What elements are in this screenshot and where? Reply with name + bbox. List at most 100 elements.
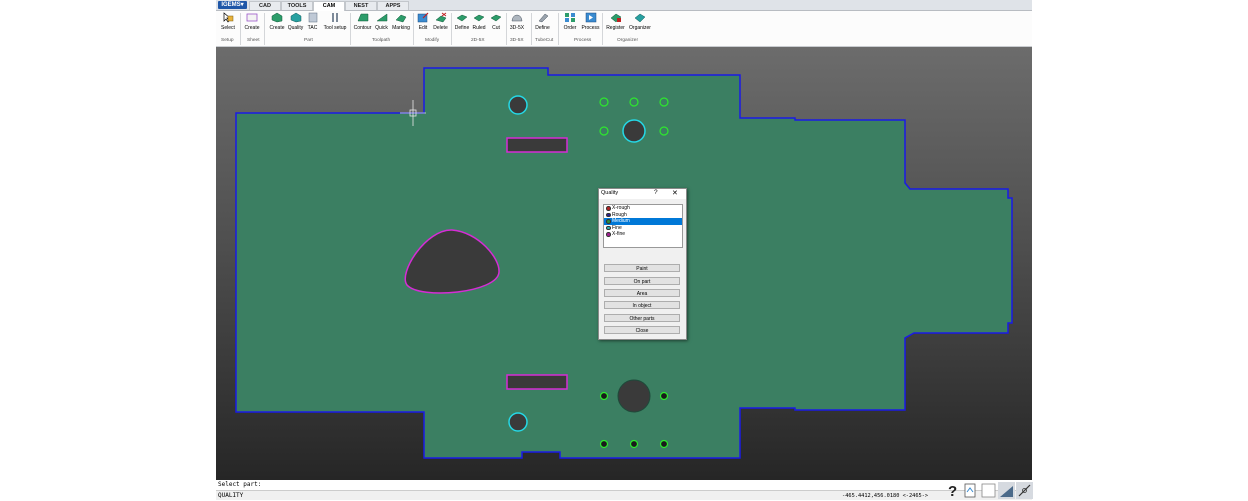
dialog-title: Quality	[601, 190, 619, 196]
organizer-button[interactable]: Organizer	[628, 12, 652, 31]
quality-item-x-fine[interactable]: X-fine	[604, 231, 682, 238]
select-button[interactable]: Select	[221, 12, 235, 31]
green-hole[interactable]	[659, 97, 669, 107]
sheet-create-button[interactable]: Create	[244, 12, 260, 31]
in-object-button[interactable]: In object	[604, 301, 680, 309]
select-arrow-icon	[223, 12, 234, 23]
ribbon-tab-bar: IGEMS▾ CAD TOOLS CAM NEST APPS	[216, 0, 1032, 11]
quality-item-rough[interactable]: Rough	[604, 212, 682, 219]
tab-nest[interactable]: NEST	[345, 1, 377, 10]
delete-button[interactable]: Delete	[432, 12, 449, 31]
tab-cam[interactable]: CAM	[313, 1, 345, 11]
green-hole[interactable]	[599, 97, 609, 107]
register-button[interactable]: Register	[605, 12, 626, 31]
delete-icon	[434, 12, 446, 23]
quality-button[interactable]: Quality	[287, 12, 304, 31]
tool-setup-icon	[332, 13, 338, 22]
green-hole[interactable]	[599, 439, 609, 449]
ruled-button[interactable]: Ruled	[472, 12, 486, 31]
green-hole[interactable]	[629, 439, 639, 449]
3d5x-button[interactable]: 3D-5X	[509, 12, 525, 31]
group-label-part: Part	[304, 38, 313, 43]
ruled-icon	[473, 14, 485, 22]
register-icon	[610, 13, 621, 23]
help-question-icon[interactable]: ?	[944, 482, 961, 499]
edit-button[interactable]: Edit	[416, 12, 430, 31]
other-parts-button[interactable]: Other parts	[604, 314, 680, 322]
ribbon-separator	[531, 13, 532, 45]
cyan-hole[interactable]	[508, 95, 528, 115]
ribbon-separator	[350, 13, 351, 45]
command-line[interactable]: Select part:	[216, 480, 1032, 490]
magenta-slot-top[interactable]	[506, 137, 568, 153]
marking-button[interactable]: Marking	[391, 12, 411, 31]
sheet-icon	[246, 13, 258, 22]
group-label-setup: Setup	[221, 38, 234, 43]
green-hole[interactable]	[659, 126, 669, 136]
quality-dialog: Quality ? ✕ X-rough Rough Medium Fine X-…	[598, 188, 687, 340]
paint-button[interactable]: Paint	[604, 264, 680, 272]
define-2d5x-button[interactable]: Define	[454, 12, 470, 31]
tubecut-define-icon	[538, 13, 548, 23]
cyan-hole[interactable]	[508, 412, 528, 432]
quality-item-x-rough[interactable]: X-rough	[604, 205, 682, 212]
cut-icon	[490, 14, 502, 22]
dome-3d-icon	[511, 14, 523, 22]
document-icon[interactable]	[962, 482, 979, 499]
tab-cad[interactable]: CAD	[249, 1, 281, 10]
ortho-mode-icon[interactable]	[998, 482, 1015, 499]
quality-color-icon	[606, 232, 611, 237]
process-button[interactable]: Process	[580, 12, 601, 31]
help-icon[interactable]: ?	[654, 189, 658, 196]
close-button[interactable]: Close	[604, 326, 680, 334]
tubecut-define-button[interactable]: Define	[534, 12, 551, 31]
ribbon-separator	[558, 13, 559, 45]
green-hole[interactable]	[599, 391, 609, 401]
dialog-titlebar[interactable]: Quality ? ✕	[599, 189, 686, 199]
group-label-3d5x: 3D-5X	[510, 38, 524, 43]
tool-setup-button[interactable]: Tool setup	[322, 12, 348, 31]
edit-icon	[417, 12, 429, 23]
close-icon[interactable]: ✕	[672, 189, 678, 197]
green-hole[interactable]	[629, 97, 639, 107]
quality-item-medium[interactable]: Medium	[604, 218, 682, 225]
white-square-icon[interactable]	[980, 482, 997, 499]
order-button[interactable]: Order	[562, 12, 578, 31]
green-hole[interactable]	[659, 391, 669, 401]
quick-button[interactable]: Quick	[374, 12, 389, 31]
part-create-button[interactable]: Create	[268, 12, 286, 31]
green-hole[interactable]	[599, 126, 609, 136]
magenta-slot-bottom[interactable]	[506, 374, 568, 390]
quality-color-icon	[606, 225, 611, 231]
marking-icon	[395, 14, 407, 23]
ribbon-separator	[602, 13, 603, 45]
part-create-icon	[271, 12, 283, 23]
area-button[interactable]: Area	[604, 289, 680, 297]
ribbon-separator	[240, 13, 241, 45]
app-menu-button[interactable]: IGEMS▾	[218, 1, 247, 9]
quality-list[interactable]: X-rough Rough Medium Fine X-fine	[603, 204, 683, 248]
green-hole[interactable]	[659, 439, 669, 449]
cad-viewport[interactable]: Quality ? ✕ X-rough Rough Medium Fine X-…	[216, 47, 1032, 480]
cut-button[interactable]: Cut	[489, 12, 503, 31]
tab-apps[interactable]: APPS	[377, 1, 409, 10]
group-label-organizer: Organizer	[617, 38, 639, 43]
process-icon	[585, 12, 596, 23]
on-part-button[interactable]: On part	[604, 277, 680, 285]
ribbon-separator	[413, 13, 414, 45]
tab-tools[interactable]: TOOLS	[281, 1, 313, 10]
cyan-hole[interactable]	[622, 119, 646, 143]
define-2d-icon	[456, 14, 468, 22]
group-label-toolpath: Toolpath	[372, 38, 391, 43]
quality-color-icon	[606, 219, 611, 224]
ribbon-separator	[264, 13, 265, 45]
large-hole[interactable]	[617, 379, 651, 413]
quality-item-fine[interactable]: Fine	[604, 225, 682, 232]
group-label-modify: Modify	[425, 38, 440, 43]
quality-icon	[290, 12, 301, 23]
group-label-process: Process	[574, 38, 592, 43]
tac-button[interactable]: TAC	[306, 12, 319, 31]
quality-color-icon	[606, 206, 611, 211]
snap-mode-icon[interactable]	[1016, 482, 1033, 499]
contour-button[interactable]: Contour	[353, 12, 372, 31]
